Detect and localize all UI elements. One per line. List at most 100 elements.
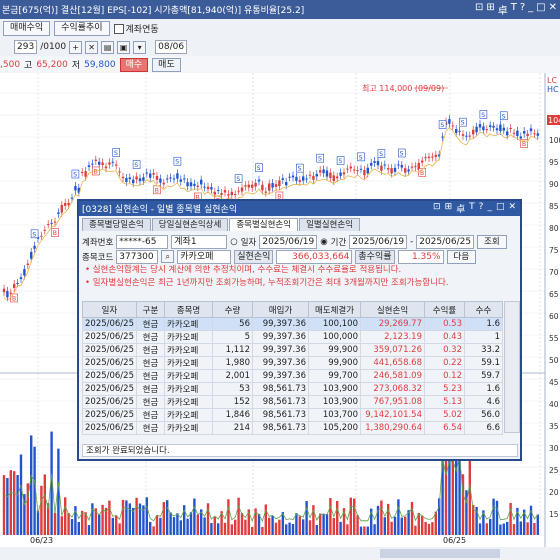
col-sell-price[interactable]: 매도체결가 [308, 301, 361, 318]
table-cell: 59.1 [464, 356, 503, 370]
down-icon[interactable]: ▾ [133, 40, 147, 54]
table-row[interactable]: 2025/06/25 현금 카카오페 5 99,397.36 100,000 2,123.1… [82, 330, 503, 344]
table-row[interactable]: 2025/06/25 현금 카카오페 53 98,561.73 103,900 273,06… [82, 382, 503, 396]
window-controls: ⊡ ⊞ 卓 T ? _ □ ✕ [475, 2, 560, 17]
col-type[interactable]: 구분 [136, 301, 165, 318]
prev-price: ,500 [0, 59, 21, 70]
col-fee[interactable]: 수수 [464, 301, 503, 318]
table-cell: 29,269.77 [360, 317, 425, 331]
settings-icon[interactable]: ⊞ [445, 202, 453, 215]
table-cell: 현금 [136, 330, 165, 344]
period-end-field[interactable]: 2025/06/25 [416, 234, 475, 249]
table-cell: 2025/06/25 [82, 395, 137, 409]
table-row[interactable]: 2025/06/25 현금 카카오페 1,846 98,561.73 103,700 9,1… [82, 408, 503, 422]
tab-daily-stock-pnl[interactable]: 종목별당일손익 [82, 218, 151, 231]
checkbox-icon[interactable] [113, 23, 124, 34]
settings-icon[interactable]: ⊞ [486, 2, 494, 17]
close-icon[interactable]: ✕ [508, 202, 516, 215]
trade-profit-button[interactable]: 매매수익 [3, 21, 51, 36]
count-field[interactable]: 293 [14, 40, 38, 54]
query-button[interactable]: 조회 [477, 234, 507, 249]
table-cell: 0.22 [424, 356, 465, 370]
next-button[interactable]: 다음 [446, 249, 477, 264]
price-row: ,500 고 65,200 저 59,800 매수 매도 [0, 56, 560, 74]
svg-text:B: B [53, 230, 57, 237]
col-date[interactable]: 일자 [82, 301, 137, 318]
day-date-field[interactable]: 2025/06/19 [259, 234, 318, 249]
tab-daily-realized-detail[interactable]: 당일실현손익상세 [151, 218, 229, 231]
account-label: 계좌번호 [82, 237, 114, 248]
tab-stock-realized-pnl[interactable]: 종목별실현손익 [229, 218, 299, 231]
help-icon[interactable]: ? [520, 2, 525, 17]
vertical-scrollbar[interactable] [504, 301, 520, 433]
restore-icon[interactable]: 卓 [498, 2, 508, 17]
dialog-titlebar[interactable]: [0328] 실현손익 - 일별 종목별 실현손익 ⊡ ⊞ 卓 T ? _ □ … [79, 201, 520, 216]
link-icon[interactable]: ⊡ [433, 202, 441, 215]
table-row[interactable]: 2025/06/25 현금 카카오페 2,001 99,397.36 99,700 246,… [82, 369, 503, 383]
table-header: 일자 구분 종목명 수량 매입가 매도체결가 실현손익 수익률 수수 [82, 301, 503, 318]
col-rate[interactable]: 수익률 [424, 301, 465, 318]
sell-button[interactable]: 매도 [152, 57, 181, 72]
code-input[interactable]: 377300 [116, 249, 159, 264]
close-icon[interactable]: ✕ [549, 2, 557, 17]
date-field[interactable]: 08/06 [155, 40, 188, 54]
col-buy-price[interactable]: 매입가 [252, 301, 309, 318]
svg-text:B: B [155, 187, 159, 194]
table-cell: 현금 [136, 421, 165, 435]
maximize-icon[interactable]: □ [536, 2, 545, 17]
horizontal-scrollbar[interactable] [380, 549, 500, 558]
table-cell: 현금 [136, 317, 165, 331]
link-icon[interactable]: ⊡ [475, 2, 483, 17]
table-cell: 4.6 [464, 395, 503, 409]
table-cell: 767,951.08 [360, 395, 425, 409]
table-cell: 현금 [136, 356, 165, 370]
col-realized[interactable]: 실현손익 [360, 301, 425, 318]
col-qty[interactable]: 수량 [212, 301, 253, 318]
realized-pnl-dialog: [0328] 실현손익 - 일별 종목별 실현손익 ⊡ ⊞ 卓 T ? _ □ … [77, 199, 522, 461]
profit-trend-button[interactable]: 수익률추이 [54, 21, 110, 36]
period-start-field[interactable]: 2025/06/19 [349, 234, 408, 249]
account-input[interactable]: *****-65 [116, 234, 169, 249]
table-cell: 441,658.68 [360, 356, 425, 370]
table-cell: 100,000 [308, 330, 361, 344]
radio-day[interactable]: ○ [230, 237, 237, 247]
account-link-checkbox[interactable]: 계좌연동 [113, 22, 159, 35]
maximize-icon[interactable]: □ [496, 202, 505, 215]
minimize-icon[interactable]: _ [487, 202, 492, 215]
radio-period[interactable]: ◉ [320, 237, 327, 247]
table-cell: 1,846 [212, 408, 253, 422]
table-body: 2025/06/25 현금 카카오페 56 99,397.36 100,100 29,269… [82, 317, 503, 435]
tab-daily-realized-pnl[interactable]: 일별실현손익 [299, 218, 360, 231]
minimize-icon[interactable]: _ [528, 2, 533, 17]
text-icon[interactable]: T [511, 2, 517, 17]
radio-day-label: 일자 [240, 237, 257, 248]
table-cell: 현금 [136, 382, 165, 396]
code-row: 종목코드 377300 ⌕ 카카오페 실현손익 366,033,664 총수익률… [79, 249, 520, 264]
table-cell: 246,581.09 [360, 369, 425, 383]
y-axis-label: 95 [549, 158, 559, 167]
table-row[interactable]: 2025/06/25 현금 카카오페 214 98,561.73 105,200 1,380… [82, 421, 503, 435]
help-icon[interactable]: ? [479, 202, 484, 215]
crosshair-icon[interactable]: ✕ [85, 40, 99, 54]
table-row[interactable]: 2025/06/25 현금 카카오페 1,112 99,397.36 99,900 359,… [82, 343, 503, 357]
save-icon[interactable]: ▣ [117, 40, 131, 54]
table-row[interactable]: 2025/06/25 현금 카카오페 152 98,561.73 103,900 767,9… [82, 395, 503, 409]
account-row: 계좌번호 *****-65 계좌1 ○ 일자 2025/06/19 ◉ 기간 2… [79, 234, 520, 249]
print-icon[interactable]: ▤ [101, 40, 115, 54]
table-row[interactable]: 2025/06/25 현금 카카오페 1,980 99,397.36 99,900 441,… [82, 356, 503, 370]
y-axis-label: 30 [549, 444, 559, 453]
table-cell: 99,900 [308, 356, 361, 370]
zoom-in-icon[interactable]: + [69, 40, 83, 54]
table-cell: 152 [212, 395, 253, 409]
buy-button[interactable]: 매수 [119, 57, 149, 72]
table-cell: 59.7 [464, 369, 503, 383]
table-cell: 현금 [136, 343, 165, 357]
table-cell: 9,142,101.54 [360, 408, 425, 422]
restore-icon[interactable]: 卓 [456, 202, 465, 215]
table-row[interactable]: 2025/06/25 현금 카카오페 56 99,397.36 100,100 29,269… [82, 317, 503, 331]
col-name[interactable]: 종목명 [164, 301, 213, 318]
search-icon[interactable]: ⌕ [161, 250, 175, 263]
table-cell: 56 [212, 317, 253, 331]
y-axis-label: 70 [549, 268, 559, 277]
text-icon[interactable]: T [469, 202, 475, 215]
